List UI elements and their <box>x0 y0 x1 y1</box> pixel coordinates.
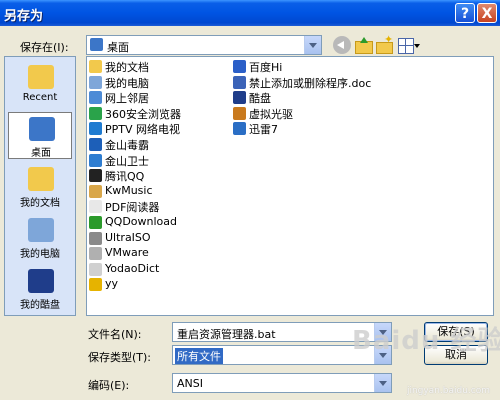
file-icon <box>233 60 246 73</box>
file-icon <box>89 153 102 167</box>
place-label: Recent <box>22 92 58 103</box>
place-icon <box>28 269 54 293</box>
file-name: KwMusic <box>105 183 153 197</box>
file-name: 禁止添加或删除程序.doc <box>249 76 372 90</box>
places-bar: Recent 桌面我的文档我的电脑我的酷盘 <box>4 56 76 316</box>
title-bar: 另存为 ? X <box>0 0 500 26</box>
file-list[interactable]: 我的文档我的电脑网上邻居 360安全浏览器 PPTV 网络电视 金山毒霸金山卫士腾讯Q… <box>86 56 494 316</box>
filetype-label: 保存类型(T): <box>88 351 152 364</box>
view-menu-icon[interactable] <box>398 38 414 54</box>
encoding-value: ANSI <box>177 377 203 390</box>
file-icon <box>89 231 102 245</box>
place-item[interactable]: 我的电脑 <box>8 214 72 261</box>
file-name: 我的电脑 <box>105 76 149 90</box>
place-icon <box>29 117 55 141</box>
file-icon <box>89 278 102 292</box>
place-label: 我的电脑 <box>20 249 60 260</box>
file-name: 我的文档 <box>105 61 149 74</box>
place-label: 我的酷盘 <box>20 300 60 311</box>
place-item[interactable]: 桌面 <box>8 112 72 159</box>
up-folder-icon[interactable] <box>354 36 373 54</box>
close-button[interactable]: X <box>477 3 497 23</box>
encoding-dropdown[interactable]: ANSI <box>172 373 392 393</box>
watermark-logo: Baidu 经验 <box>352 326 500 356</box>
file-icon <box>89 122 102 136</box>
save-in-value: 桌面 <box>107 41 129 54</box>
file-name: 迅雷7 <box>249 123 278 137</box>
file-icon <box>89 262 102 276</box>
file-icon <box>89 60 102 73</box>
file-icon <box>233 91 246 105</box>
file-name: PPTV 网络电视 <box>105 123 181 137</box>
save-in-dropdown[interactable]: 桌面 <box>86 35 322 55</box>
file-icon <box>233 75 246 89</box>
file-icon <box>89 216 102 229</box>
save-in-label: 保存在(I): <box>20 41 69 54</box>
file-name: 腾讯QQ <box>105 170 145 184</box>
file-icon <box>89 184 102 198</box>
desktop-icon <box>90 38 103 51</box>
file-name: 酷盘 <box>249 92 271 106</box>
view-menu-arrow-icon[interactable] <box>414 44 420 48</box>
file-name: yy <box>105 277 119 291</box>
file-icon <box>89 247 102 261</box>
place-icon <box>28 65 54 89</box>
file-icon <box>89 200 102 214</box>
file-icon <box>89 169 102 183</box>
place-item[interactable]: 我的酷盘 <box>8 265 72 312</box>
place-item[interactable]: Recent <box>8 61 72 108</box>
file-name: 金山毒霸 <box>105 139 149 152</box>
file-name: 网上邻居 <box>105 92 149 106</box>
window-title: 另存为 <box>4 9 44 24</box>
dropdown-arrow-icon[interactable] <box>304 36 321 54</box>
file-name: 金山卫士 <box>105 154 149 168</box>
file-name: UltraISO <box>105 230 151 244</box>
place-icon <box>28 218 54 242</box>
file-name: 360安全浏览器 <box>105 107 181 121</box>
watermark-url: jingyan.baidu.com <box>406 386 490 396</box>
filename-value: 重启资源管理器.bat <box>177 328 276 341</box>
file-name: 虚拟光驱 <box>249 107 293 121</box>
place-label: 我的文档 <box>20 198 60 209</box>
file-icon <box>89 138 102 151</box>
file-name: PDF阅读器 <box>105 201 160 215</box>
filename-label: 文件名(N): <box>88 328 142 341</box>
file-icon <box>89 106 102 120</box>
encoding-dropdown-icon[interactable] <box>374 374 391 392</box>
filetype-value: 所有文件 <box>175 348 223 364</box>
back-icon[interactable] <box>333 36 351 54</box>
file-icon <box>89 91 102 105</box>
place-icon <box>28 167 54 191</box>
place-label: 桌面 <box>31 148 51 159</box>
file-name: QQDownload <box>105 215 177 228</box>
encoding-label: 编码(E): <box>88 379 130 392</box>
file-icon <box>233 122 246 136</box>
file-name: VMware <box>105 246 149 260</box>
file-name: 百度Hi <box>249 61 283 74</box>
help-button[interactable]: ? <box>455 3 475 23</box>
file-name: YodaoDict <box>105 261 160 275</box>
place-item[interactable]: 我的文档 <box>8 163 72 210</box>
new-folder-icon[interactable] <box>375 33 393 54</box>
file-icon <box>89 75 102 89</box>
file-icon <box>233 106 246 120</box>
